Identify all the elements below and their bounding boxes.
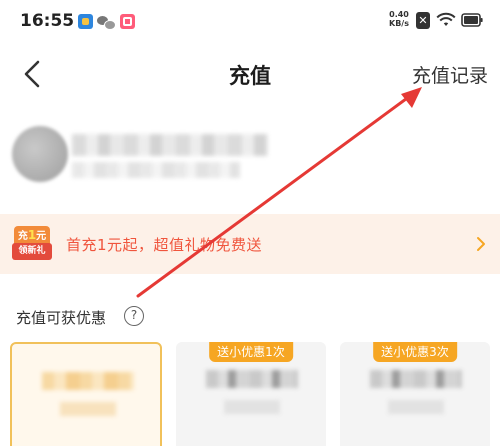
bonus-tag: 送小优惠1次 [209, 342, 293, 362]
price-blurred [224, 400, 280, 414]
bonus-tag: 送小优惠3次 [373, 342, 457, 362]
app-notification-icon [78, 14, 93, 29]
user-info-card [0, 112, 500, 202]
promo-badge-suffix: 元 [36, 231, 47, 242]
recharge-records-link[interactable]: 充值记录 [412, 61, 488, 88]
network-speed-value: 0.40 [389, 10, 409, 19]
chevron-left-icon [24, 60, 40, 88]
promo-badge-icon: 充1元 领新礼 [12, 226, 52, 262]
avatar [12, 126, 68, 182]
amount-blurred [206, 370, 298, 388]
app-notification-icon [120, 14, 135, 29]
first-recharge-promo-banner[interactable]: 充1元 领新礼 首充1元起，超值礼物免费送 [0, 214, 500, 274]
question-icon[interactable]: ? [124, 306, 144, 326]
wechat-icon [97, 14, 116, 30]
status-time: 16:55 [20, 11, 75, 31]
promo-text: 首充1元起，超值礼物免费送 [66, 236, 263, 254]
chevron-right-icon [477, 237, 485, 251]
wifi-icon [436, 12, 456, 26]
promo-badge-prefix: 充 [17, 231, 28, 242]
network-speed-unit: KB/s [389, 19, 409, 28]
promo-badge-emphasis: 1 [27, 228, 37, 242]
amount-blurred [370, 370, 462, 388]
user-subtitle-blurred [72, 162, 240, 178]
price-blurred [388, 400, 444, 414]
promo-badge-bottom: 领新礼 [12, 243, 52, 260]
amount-blurred [42, 372, 134, 390]
no-sim-icon: ✕ [416, 12, 430, 29]
network-speed: 0.40 KB/s [386, 10, 412, 28]
section-title: 充值可获优惠 [16, 309, 107, 327]
user-name-blurred [72, 134, 268, 156]
recharge-option-card[interactable]: 送小优惠1次 [176, 342, 326, 446]
recharge-option-card[interactable]: 送小优惠3次 [340, 342, 490, 446]
promo-badge-top: 充1元 [14, 226, 50, 244]
recharge-option-card[interactable] [10, 342, 162, 446]
price-blurred [60, 402, 116, 416]
status-bar: 16:55 0.40 KB/s ✕ [0, 0, 500, 44]
back-button[interactable] [16, 56, 50, 92]
battery-icon [461, 13, 483, 27]
